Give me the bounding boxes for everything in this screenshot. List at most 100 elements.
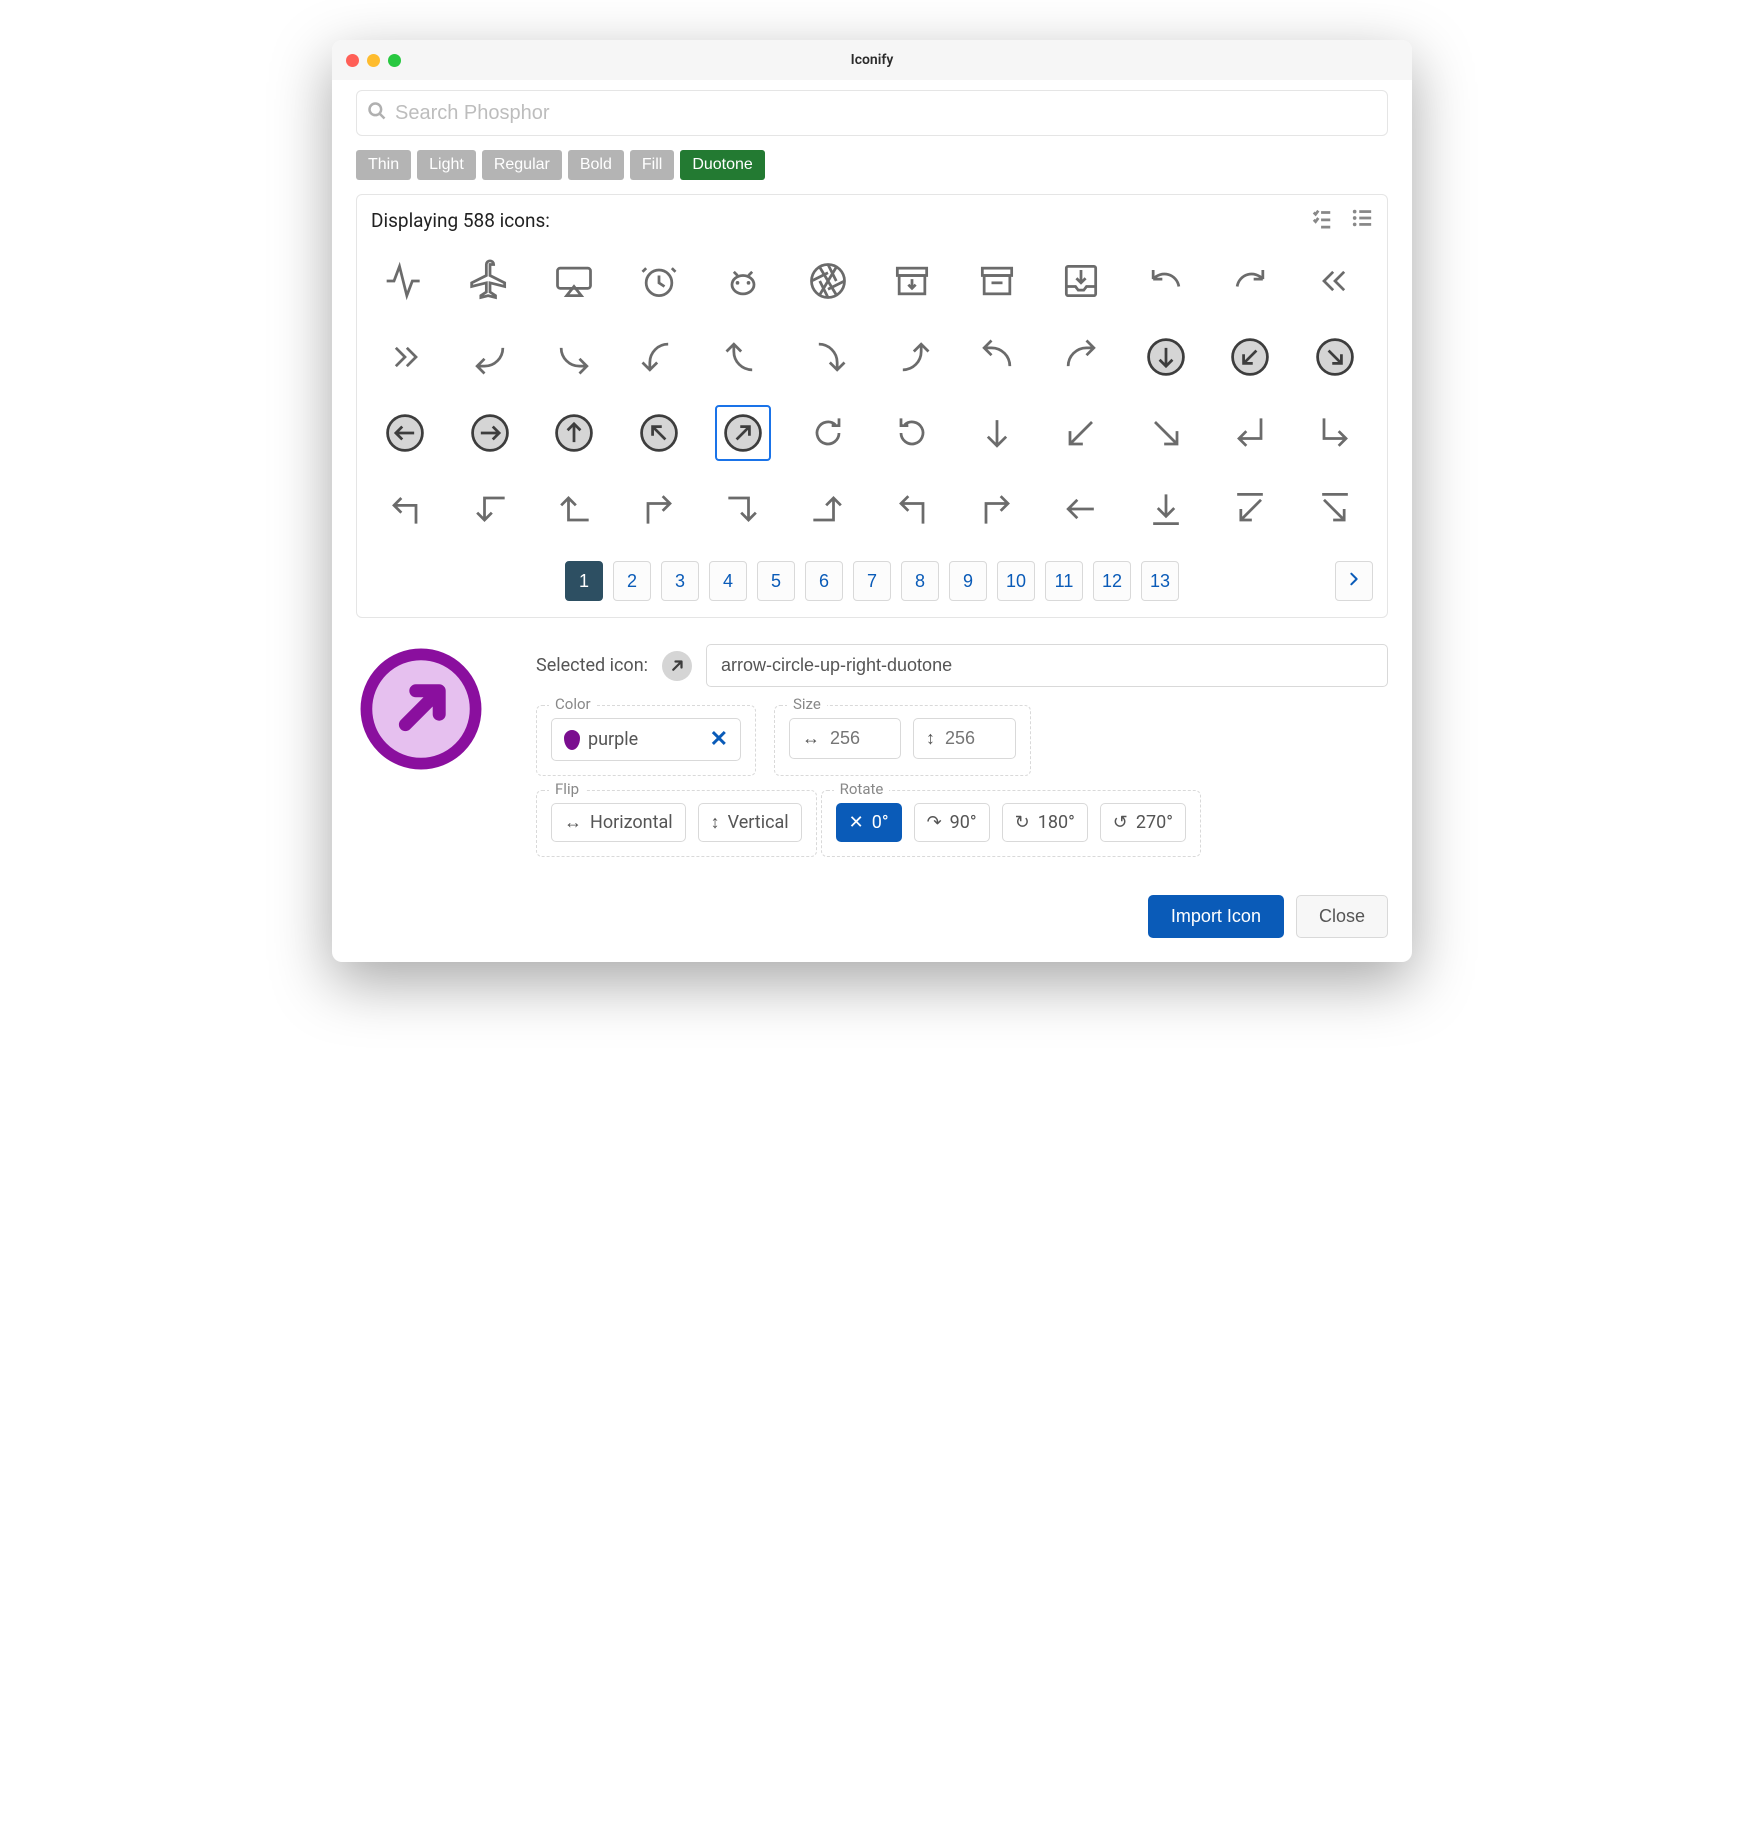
- size-width-input[interactable]: ↔: [789, 718, 901, 759]
- flip-label: Flip: [549, 780, 585, 798]
- icon-arrow-circle-down-left[interactable]: [1222, 329, 1278, 385]
- next-page-button[interactable]: [1335, 561, 1373, 601]
- icon-arrow-elbow-right[interactable]: [631, 481, 687, 537]
- width-icon: ↔: [802, 728, 820, 749]
- icon-arrow-elbow-up-left[interactable]: [884, 481, 940, 537]
- icon-arrow-bend-double-up-right[interactable]: [377, 329, 433, 385]
- filter-thin[interactable]: Thin: [356, 150, 411, 180]
- page-1[interactable]: 1: [565, 561, 603, 601]
- icon-arrow-circle-up-left[interactable]: [631, 405, 687, 461]
- icon-arrow-bend-up-right[interactable]: [1053, 329, 1109, 385]
- flip-vertical-button[interactable]: ↕ Vertical: [698, 803, 802, 842]
- droplet-icon: [564, 730, 580, 750]
- icon-aperture[interactable]: [800, 253, 856, 309]
- icon-arrow-bend-down-right[interactable]: [546, 329, 602, 385]
- icon-arrow-circle-left[interactable]: [377, 405, 433, 461]
- icon-arrow-bend-right-up[interactable]: [884, 329, 940, 385]
- page-8[interactable]: 8: [901, 561, 939, 601]
- icon-arrow-arc-left[interactable]: [1138, 253, 1194, 309]
- flip-horizontal-button[interactable]: ↔ Horizontal: [551, 803, 686, 842]
- page-3[interactable]: 3: [661, 561, 699, 601]
- icon-arrow-line-down-left[interactable]: [1222, 481, 1278, 537]
- icon-arrow-elbow-up-right[interactable]: [969, 481, 1025, 537]
- height-icon: ↕: [926, 728, 935, 749]
- page-6[interactable]: 6: [805, 561, 843, 601]
- color-label: Color: [549, 695, 597, 713]
- icon-arrow-circle-up-right[interactable]: [715, 405, 771, 461]
- filter-light[interactable]: Light: [417, 150, 476, 180]
- icon-arrow-circle-right[interactable]: [462, 405, 518, 461]
- icon-arrow-bend-left-up[interactable]: [715, 329, 771, 385]
- rotate-0[interactable]: ✕0°: [836, 803, 902, 842]
- view-checklist-icon[interactable]: [1311, 207, 1333, 233]
- icon-arrow-circle-down-right[interactable]: [1307, 329, 1363, 385]
- view-list-icon[interactable]: [1351, 207, 1373, 233]
- icon-arrow-bend-up-left[interactable]: [969, 329, 1025, 385]
- icon-arrow-circle-up[interactable]: [546, 405, 602, 461]
- page-7[interactable]: 7: [853, 561, 891, 601]
- icon-arrow-arc-right[interactable]: [1222, 253, 1278, 309]
- selected-icon-thumbnail: [662, 651, 692, 681]
- icon-arrow-bend-left-down[interactable]: [631, 329, 687, 385]
- icon-arrow-down-right[interactable]: [1138, 405, 1194, 461]
- search-box: [356, 90, 1388, 136]
- icon-arrow-circle-down[interactable]: [1138, 329, 1194, 385]
- icon-arrow-down-left[interactable]: [1053, 405, 1109, 461]
- vertical-icon: ↕: [711, 812, 720, 833]
- close-button[interactable]: Close: [1296, 895, 1388, 938]
- icon-airplay[interactable]: [546, 253, 602, 309]
- icon-activity[interactable]: [377, 253, 433, 309]
- icon-arrow-elbow-left-up[interactable]: [546, 481, 602, 537]
- icon-arrow-elbow-left[interactable]: [377, 481, 433, 537]
- rotate-90[interactable]: ↷90°: [914, 803, 990, 842]
- rotate-270[interactable]: ↺270°: [1100, 803, 1186, 842]
- icon-arrow-left[interactable]: [1053, 481, 1109, 537]
- clear-color-button[interactable]: ✕: [710, 727, 728, 752]
- style-filters: ThinLightRegularBoldFillDuotone: [356, 150, 1388, 180]
- page-11[interactable]: 11: [1045, 561, 1083, 601]
- rotate-icon: ↺: [1113, 812, 1128, 833]
- icon-alarm[interactable]: [631, 253, 687, 309]
- filter-bold[interactable]: Bold: [568, 150, 624, 180]
- icon-arrow-bend-double-up-left[interactable]: [1307, 253, 1363, 309]
- icon-archive-tray[interactable]: [1053, 253, 1109, 309]
- filter-regular[interactable]: Regular: [482, 150, 562, 180]
- selected-icon-label: Selected icon:: [536, 655, 648, 676]
- icon-arrow-bend-down-left[interactable]: [462, 329, 518, 385]
- page-2[interactable]: 2: [613, 561, 651, 601]
- icon-count-label: Displaying 588 icons:: [371, 209, 550, 232]
- import-icon-button[interactable]: Import Icon: [1148, 895, 1284, 938]
- icon-archive-box[interactable]: [884, 253, 940, 309]
- color-input[interactable]: purple ✕: [551, 718, 741, 761]
- rotate-180[interactable]: ↻180°: [1002, 803, 1088, 842]
- page-4[interactable]: 4: [709, 561, 747, 601]
- icon-arrow-line-down-right[interactable]: [1307, 481, 1363, 537]
- filter-duotone[interactable]: Duotone: [680, 150, 765, 180]
- icon-arrow-clockwise[interactable]: [800, 405, 856, 461]
- filter-fill[interactable]: Fill: [630, 150, 674, 180]
- icon-arrow-line-down[interactable]: [1138, 481, 1194, 537]
- page-10[interactable]: 10: [997, 561, 1035, 601]
- icon-arrow-counter-clockwise[interactable]: [884, 405, 940, 461]
- search-input[interactable]: [393, 101, 1377, 126]
- icon-arrow-bend-right-down[interactable]: [800, 329, 856, 385]
- icon-arrow-down[interactable]: [969, 405, 1025, 461]
- icon-arrow-elbow-down-right[interactable]: [1307, 405, 1363, 461]
- icon-android-logo[interactable]: [715, 253, 771, 309]
- icon-airplane[interactable]: [462, 253, 518, 309]
- page-9[interactable]: 9: [949, 561, 987, 601]
- icon-archive[interactable]: [969, 253, 1025, 309]
- size-label: Size: [787, 695, 827, 713]
- selected-icon-field[interactable]: [706, 644, 1388, 687]
- rotate-icon: ✕: [849, 812, 864, 833]
- page-13[interactable]: 13: [1141, 561, 1179, 601]
- page-5[interactable]: 5: [757, 561, 795, 601]
- search-icon: [367, 101, 387, 125]
- page-12[interactable]: 12: [1093, 561, 1131, 601]
- size-height-input[interactable]: ↕: [913, 718, 1016, 759]
- icon-arrow-elbow-right-up[interactable]: [800, 481, 856, 537]
- icon-arrow-elbow-left-down[interactable]: [462, 481, 518, 537]
- icons-panel: Displaying 588 icons: 12345678910111213: [356, 194, 1388, 618]
- icon-arrow-elbow-down-left[interactable]: [1222, 405, 1278, 461]
- icon-arrow-elbow-right-down[interactable]: [715, 481, 771, 537]
